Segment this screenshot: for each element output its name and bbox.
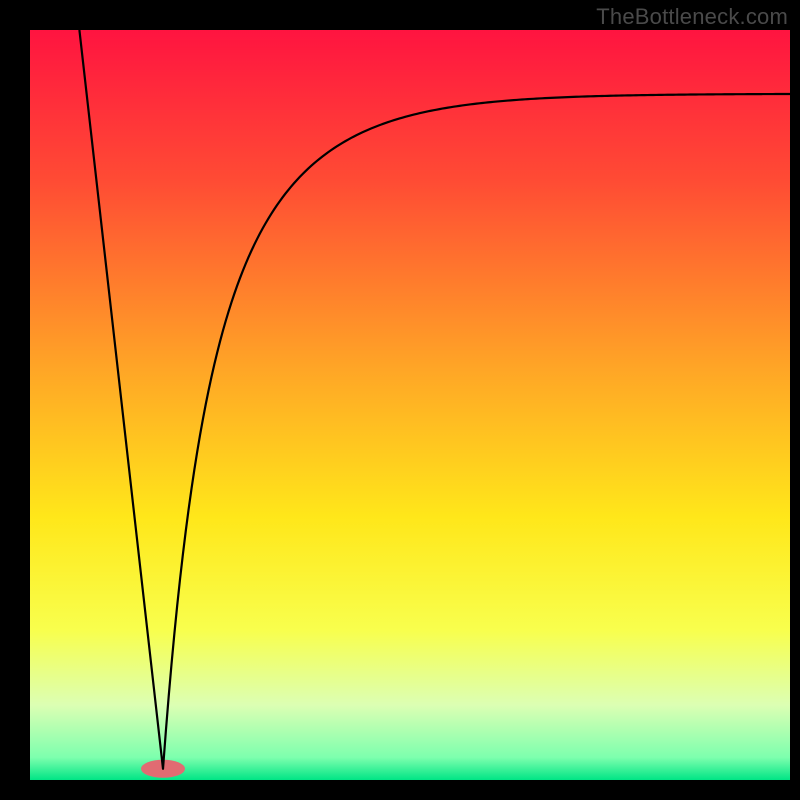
chart-frame: TheBottleneck.com	[0, 0, 800, 800]
plot-background	[30, 30, 790, 780]
watermark-label: TheBottleneck.com	[596, 4, 788, 30]
bottleneck-plot	[0, 0, 800, 800]
